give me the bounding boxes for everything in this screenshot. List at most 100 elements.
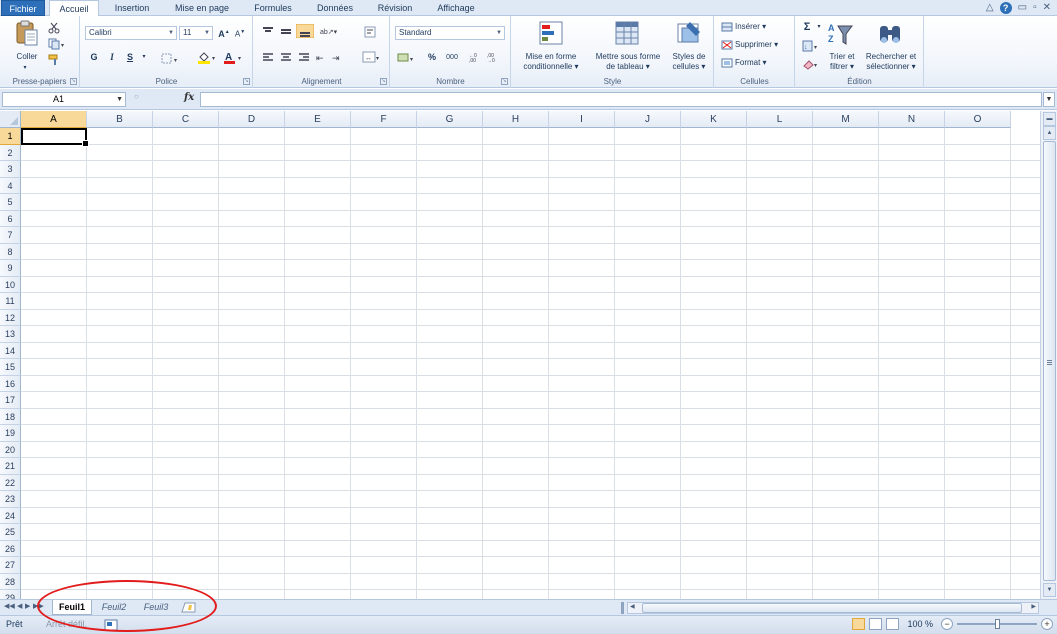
- scroll-right-icon[interactable]: ▶: [1031, 603, 1036, 610]
- insert-function-button[interactable]: fx: [184, 92, 194, 103]
- row-header-21[interactable]: 21: [0, 458, 21, 475]
- orientation-icon[interactable]: ab↗▾: [320, 26, 340, 38]
- chevron-down-icon[interactable]: ▼: [116, 93, 123, 106]
- tab-donnees[interactable]: Données: [306, 0, 364, 16]
- horizontal-scroll-thumb[interactable]: [642, 603, 1022, 613]
- align-middle-icon[interactable]: [280, 26, 292, 38]
- row-header-22[interactable]: 22: [0, 474, 21, 491]
- sort-filter-label-1[interactable]: Trier et: [824, 52, 860, 62]
- increase-indent-icon[interactable]: ⇥: [332, 52, 346, 64]
- tab-fichier[interactable]: Fichier: [1, 0, 45, 16]
- row-header-11[interactable]: 11: [0, 293, 21, 310]
- delete-cells-button[interactable]: Supprimer ▾: [735, 40, 793, 50]
- sheet-tab-feuil2[interactable]: Feuil2: [96, 600, 132, 615]
- cell-styles-label-2[interactable]: cellules ▾: [666, 62, 712, 72]
- sheet-tab-feuil1[interactable]: Feuil1: [52, 600, 92, 615]
- format-painter-icon[interactable]: [48, 54, 60, 68]
- name-box[interactable]: A1 ▼: [2, 92, 126, 107]
- column-header-b[interactable]: B: [87, 111, 153, 128]
- format-as-table-label-2[interactable]: de tableau ▾: [588, 62, 668, 72]
- copy-icon[interactable]: ▾: [48, 38, 66, 52]
- page-layout-view-icon[interactable]: [869, 618, 883, 630]
- row-header-5[interactable]: 5: [0, 194, 21, 211]
- macro-record-icon[interactable]: [104, 619, 118, 633]
- align-right-icon[interactable]: [298, 52, 310, 64]
- align-center-icon[interactable]: [280, 52, 292, 64]
- cell-styles-label-1[interactable]: Styles de: [666, 52, 712, 62]
- font-name-combo[interactable]: Calibri ▼: [85, 26, 177, 40]
- paste-icon[interactable]: [14, 20, 40, 50]
- row-header-7[interactable]: 7: [0, 227, 21, 244]
- column-header-d[interactable]: D: [219, 111, 285, 128]
- row-header-24[interactable]: 24: [0, 507, 21, 524]
- collapse-ribbon-icon[interactable]: △: [986, 2, 994, 14]
- conditional-formatting-label-1[interactable]: Mise en forme: [514, 52, 588, 62]
- scroll-up-icon[interactable]: ▲: [1043, 126, 1056, 140]
- column-header-k[interactable]: K: [681, 111, 747, 128]
- page-break-view-icon[interactable]: [886, 618, 900, 630]
- first-sheet-icon[interactable]: ◀◀: [4, 602, 15, 610]
- scroll-down-icon[interactable]: ▼: [1043, 583, 1056, 597]
- tab-affichage[interactable]: Affichage: [427, 0, 485, 16]
- row-header-9[interactable]: 9: [0, 260, 21, 277]
- format-cells-icon[interactable]: [721, 58, 733, 70]
- row-header-16[interactable]: 16: [0, 375, 21, 392]
- row-header-1[interactable]: 1: [0, 128, 21, 145]
- row-header-8[interactable]: 8: [0, 243, 21, 260]
- merge-center-icon[interactable]: ↔ ▾: [362, 51, 382, 65]
- row-header-10[interactable]: 10: [0, 276, 21, 293]
- format-cells-button[interactable]: Format ▾: [735, 58, 785, 68]
- expand-formula-bar-icon[interactable]: ▼: [1043, 92, 1055, 107]
- format-as-table-label-1[interactable]: Mettre sous forme: [588, 52, 668, 62]
- tab-revision[interactable]: Révision: [367, 0, 423, 16]
- tab-mise-en-page[interactable]: Mise en page: [164, 0, 240, 16]
- tab-split-icon[interactable]: [620, 602, 626, 616]
- clear-icon[interactable]: ▾: [802, 58, 820, 72]
- minimize-icon[interactable]: ▭: [1018, 2, 1027, 14]
- zoom-slider[interactable]: [957, 619, 1037, 629]
- insert-sheet-icon[interactable]: [180, 602, 198, 615]
- wrap-text-icon[interactable]: [364, 26, 376, 40]
- conditional-formatting-label-2[interactable]: conditionnelle ▾: [514, 62, 588, 72]
- find-select-label-2[interactable]: sélectionner ▾: [860, 62, 922, 72]
- prev-sheet-icon[interactable]: ◀: [17, 602, 22, 610]
- column-header-j[interactable]: J: [615, 111, 681, 128]
- borders-icon[interactable]: ▾: [161, 53, 181, 66]
- row-header-14[interactable]: 14: [0, 342, 21, 359]
- column-header-i[interactable]: I: [549, 111, 615, 128]
- percent-button[interactable]: %: [425, 51, 439, 64]
- row-header-15[interactable]: 15: [0, 359, 21, 376]
- insert-cells-button[interactable]: Insérer ▾: [735, 22, 785, 32]
- sheet-tab-feuil3[interactable]: Feuil3: [138, 600, 174, 615]
- sort-filter-label-2[interactable]: filtrer ▾: [824, 62, 860, 72]
- column-header-l[interactable]: L: [747, 111, 813, 128]
- cell-styles-icon[interactable]: [676, 20, 702, 50]
- row-header-4[interactable]: 4: [0, 177, 21, 194]
- row-header-28[interactable]: 28: [0, 573, 21, 590]
- active-cell-a1[interactable]: [21, 128, 89, 147]
- number-format-combo[interactable]: Standard ▼: [395, 26, 505, 40]
- paste-dropdown-icon[interactable]: ▾: [18, 63, 32, 73]
- column-header-e[interactable]: E: [285, 111, 351, 128]
- chevron-down-icon[interactable]: ▾: [812, 21, 826, 34]
- column-header-o[interactable]: O: [945, 111, 1011, 128]
- restore-icon[interactable]: ▫: [1033, 2, 1037, 14]
- row-header-17[interactable]: 17: [0, 392, 21, 409]
- fill-color-icon[interactable]: ▾: [197, 51, 219, 66]
- underline-button[interactable]: S: [123, 51, 137, 64]
- last-sheet-icon[interactable]: ▶▶: [33, 602, 44, 610]
- zoom-level[interactable]: 100 %: [907, 619, 933, 629]
- tab-formules[interactable]: Formules: [244, 0, 302, 16]
- formula-input[interactable]: [200, 92, 1042, 107]
- thousands-separator-button[interactable]: 000: [443, 51, 461, 64]
- vertical-scrollbar[interactable]: ▬ ▲ ▼: [1040, 111, 1057, 599]
- fill-icon[interactable]: ↓ ▾: [802, 40, 820, 54]
- cut-icon[interactable]: [48, 22, 60, 36]
- shrink-font-icon[interactable]: A▼: [233, 26, 247, 39]
- help-icon[interactable]: ?: [999, 2, 1012, 14]
- column-header-m[interactable]: M: [813, 111, 879, 128]
- font-color-icon[interactable]: A ▾: [223, 51, 245, 66]
- insert-cells-icon[interactable]: [721, 22, 733, 34]
- decrease-decimal-icon[interactable]: ,00 →0: [487, 51, 503, 65]
- row-header-19[interactable]: 19: [0, 425, 21, 442]
